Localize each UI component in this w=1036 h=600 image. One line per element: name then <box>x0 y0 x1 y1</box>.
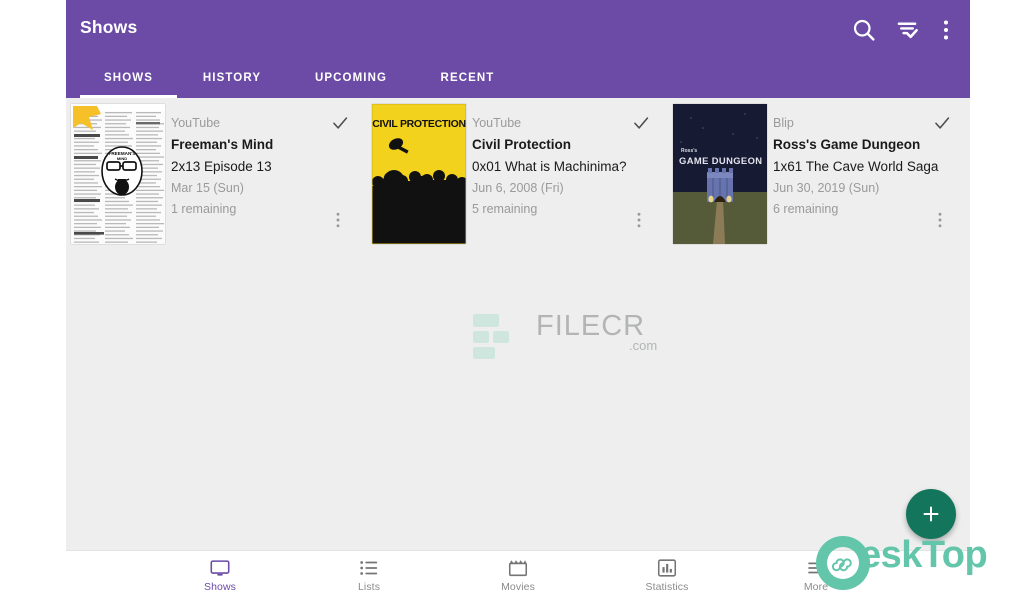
nav-label: Shows <box>170 581 270 593</box>
nav-item-statistics[interactable]: Statistics <box>617 551 717 600</box>
nav-item-shows[interactable]: Shows <box>170 551 270 600</box>
show-card[interactable]: Ross'sGAME DUNGEONBlipRoss's Game Dungeo… <box>668 98 969 250</box>
shows-list: Ross'sGAME DUNGEONBlipRoss's Game Dungeo… <box>66 98 970 550</box>
show-network: Blip <box>773 113 933 134</box>
tab-upcoming[interactable]: UPCOMING <box>287 58 415 98</box>
show-air-date: Jun 30, 2019 (Sun) <box>773 178 933 199</box>
tab-shows[interactable]: SHOWS <box>80 58 177 98</box>
nav-label: Lists <box>319 581 419 593</box>
nav-label: Statistics <box>617 581 717 593</box>
filecr-logo-icon <box>471 308 533 369</box>
show-title: Civil Protection <box>472 134 632 156</box>
filecr-watermark-text: FILECR <box>536 310 645 343</box>
show-remaining: 1 remaining <box>171 199 331 220</box>
show-title: Ross's Game Dungeon <box>773 134 933 156</box>
check-icon[interactable] <box>331 114 349 132</box>
app-bar-top-row: Shows <box>66 0 970 58</box>
card-overflow-icon[interactable] <box>331 212 345 228</box>
tab-bar: SHOWSHISTORYUPCOMINGRECENT <box>66 58 970 98</box>
list-icon <box>319 557 419 579</box>
overflow-menu-icon[interactable] <box>932 16 960 44</box>
nav-item-more[interactable]: More <box>766 551 866 600</box>
card-overflow-icon[interactable] <box>933 212 947 228</box>
hamburger-icon <box>766 557 866 579</box>
show-network: YouTube <box>472 113 632 134</box>
show-card[interactable]: CIVIL PROTECTION YouTubeCivil Protection0… <box>367 98 668 250</box>
svg-text:MIND: MIND <box>117 156 127 161</box>
bar-chart-icon <box>617 557 717 579</box>
plus-icon <box>919 502 943 526</box>
bottom-navigation: Shows Lists Movies Statistics More <box>66 550 970 600</box>
show-card-text: YouTubeFreeman's Mind2x13 Episode 13Mar … <box>171 113 331 220</box>
clapperboard-icon <box>468 557 568 579</box>
show-title: Freeman's Mind <box>171 134 331 156</box>
app-window: Shows <box>66 0 970 600</box>
svg-text:Ross's: Ross's <box>681 148 697 154</box>
show-air-date: Mar 15 (Sun) <box>171 178 331 199</box>
show-episode: 1x61 The Cave World Saga <box>773 156 933 178</box>
show-remaining: 5 remaining <box>472 199 632 220</box>
search-icon[interactable] <box>850 16 878 44</box>
show-episode: 0x01 What is Machinima? <box>472 156 632 178</box>
nav-label: Movies <box>468 581 568 593</box>
show-card[interactable]: FREEMAN'SMINDYouTubeFreeman's Mind2x13 E… <box>66 98 367 250</box>
app-bar: Shows <box>66 0 970 98</box>
nav-item-lists[interactable]: Lists <box>319 551 419 600</box>
show-air-date: Jun 6, 2008 (Fri) <box>472 178 632 199</box>
filter-icon[interactable] <box>893 16 921 44</box>
tv-icon <box>170 557 270 579</box>
nav-item-movies[interactable]: Movies <box>468 551 568 600</box>
show-poster-freemans-mind[interactable]: FREEMAN'SMIND <box>71 104 165 244</box>
show-poster-civil-protection[interactable]: CIVIL PROTECTION <box>372 104 466 244</box>
svg-text:CIVIL PROTECTION: CIVIL PROTECTION <box>372 118 466 130</box>
svg-text:GAME DUNGEON: GAME DUNGEON <box>679 155 762 166</box>
nav-label: More <box>766 581 866 593</box>
check-icon[interactable] <box>632 114 650 132</box>
card-overflow-icon[interactable] <box>632 212 646 228</box>
page-title: Shows <box>80 17 137 38</box>
show-remaining: 6 remaining <box>773 199 933 220</box>
filecr-watermark: FILECR .com <box>471 310 671 366</box>
tab-recent[interactable]: RECENT <box>415 58 520 98</box>
show-card-text: YouTubeCivil Protection0x01 What is Mach… <box>472 113 632 220</box>
show-card-text: BlipRoss's Game Dungeon1x61 The Cave Wor… <box>773 113 933 220</box>
show-episode: 2x13 Episode 13 <box>171 156 331 178</box>
check-icon[interactable] <box>933 114 951 132</box>
add-fab-button[interactable] <box>906 489 956 539</box>
filecr-watermark-tld: .com <box>629 338 657 353</box>
show-network: YouTube <box>171 113 331 134</box>
tab-history[interactable]: HISTORY <box>177 58 287 98</box>
show-poster-game-dungeon[interactable]: Ross'sGAME DUNGEON <box>673 104 767 244</box>
